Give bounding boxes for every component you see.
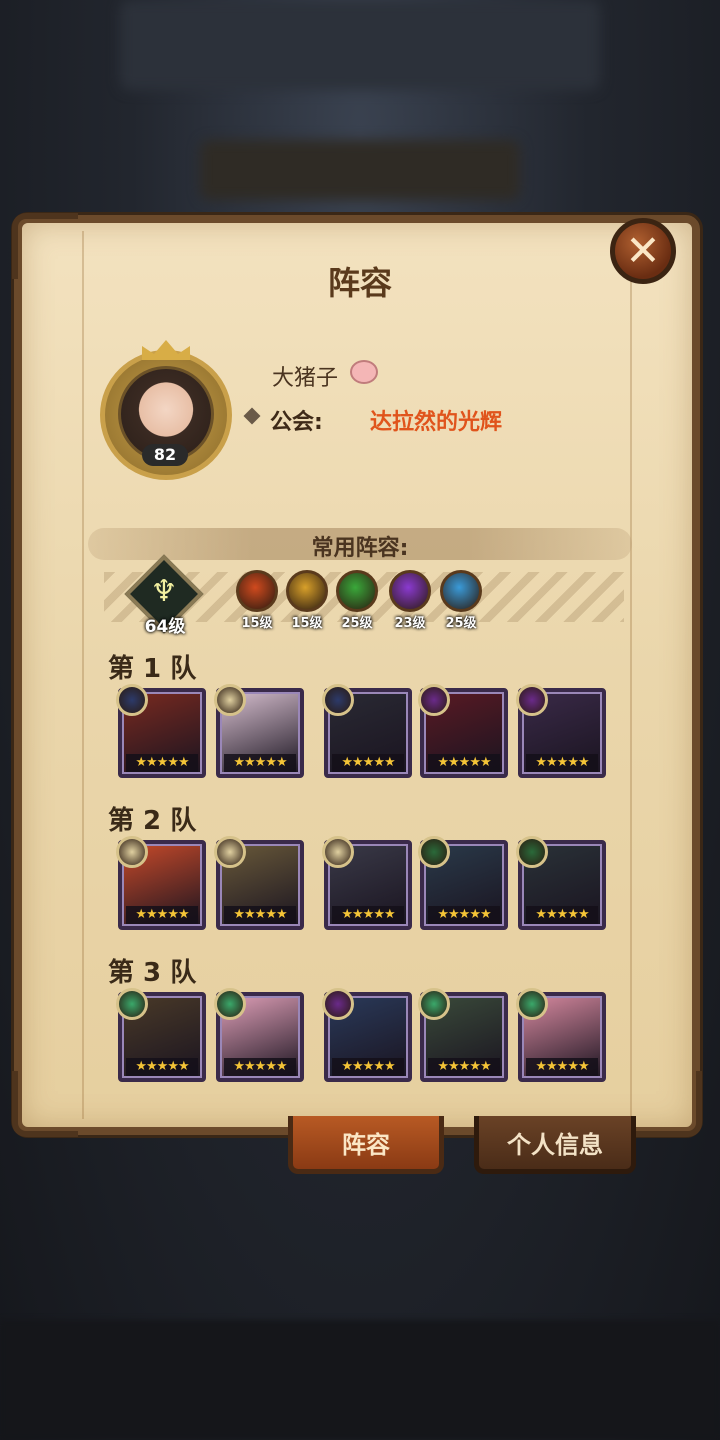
- background-banner: [200, 140, 520, 200]
- faction-level: 15级: [241, 616, 273, 631]
- faction-emblem-icon: [214, 988, 246, 1020]
- faction-emblem-icon: [214, 836, 246, 868]
- faction-emblem-icon: [116, 836, 148, 868]
- faction-emblem-icon: [322, 988, 354, 1020]
- faction-emblem-icon: [418, 836, 450, 868]
- star-rating: ★★★★★: [224, 906, 296, 924]
- background-header: [120, 0, 600, 90]
- hero-card[interactable]: ★★★★★: [214, 684, 304, 778]
- faction-emblem-icon: [418, 988, 450, 1020]
- hero-card[interactable]: ★★★★★: [322, 836, 412, 930]
- star-rating: ★★★★★: [428, 906, 500, 924]
- hero-card[interactable]: ★★★★★: [214, 836, 304, 930]
- star-rating: ★★★★★: [428, 754, 500, 772]
- star-rating: ★★★★★: [224, 1058, 296, 1076]
- panel-title: 阵容: [327, 264, 392, 302]
- guild-label: 公会:: [270, 410, 323, 435]
- faction-emblem-icon: [322, 684, 354, 716]
- faction-emblem-icon: [116, 988, 148, 1020]
- star-rating: ★★★★★: [526, 906, 598, 924]
- hero-card[interactable]: ★★★★★: [516, 684, 606, 778]
- hero-card[interactable]: ★★★★★: [418, 988, 508, 1082]
- star-rating: ★★★★★: [126, 1058, 198, 1076]
- section-title: 常用阵容:: [311, 536, 409, 561]
- hero-card[interactable]: ★★★★★: [116, 684, 206, 778]
- faction-level: 25级: [445, 616, 477, 631]
- star-rating: ★★★★★: [526, 754, 598, 772]
- faction-emblem-icon: [116, 684, 148, 716]
- panel-corner-ornament: [636, 1071, 702, 1137]
- tab-lineup[interactable]: 阵容: [288, 1116, 444, 1174]
- faction-emblem-icon: [516, 988, 548, 1020]
- hero-card[interactable]: ★★★★★: [418, 836, 508, 930]
- star-rating: ★★★★★: [332, 754, 404, 772]
- star-rating: ★★★★★: [332, 1058, 404, 1076]
- close-icon: ✕: [625, 226, 661, 275]
- faction-level: 25级: [341, 616, 373, 631]
- player-level-badge: 82: [142, 444, 188, 466]
- close-button[interactable]: ✕: [610, 218, 676, 284]
- team-title: 第 3 队: [108, 958, 197, 988]
- graveborn-icon[interactable]: [389, 570, 431, 612]
- tree-icon: ♆: [150, 574, 178, 609]
- tab-profile[interactable]: 个人信息: [474, 1116, 636, 1174]
- team-title: 第 2 队: [108, 806, 197, 836]
- star-rating: ★★★★★: [126, 906, 198, 924]
- pig-icon: [350, 360, 378, 384]
- hero-card[interactable]: ★★★★★: [116, 836, 206, 930]
- tree-level: 64级: [144, 617, 186, 637]
- faction-level: 15级: [291, 616, 323, 631]
- hero-card[interactable]: ★★★★★: [116, 988, 206, 1082]
- wilder-icon[interactable]: [336, 570, 378, 612]
- star-rating: ★★★★★: [224, 754, 296, 772]
- celestial-icon[interactable]: [440, 570, 482, 612]
- faction-emblem-icon: [516, 684, 548, 716]
- hero-card[interactable]: ★★★★★: [516, 988, 606, 1082]
- hero-card[interactable]: ★★★★★: [322, 988, 412, 1082]
- hero-card[interactable]: ★★★★★: [516, 836, 606, 930]
- mauler-icon[interactable]: [286, 570, 328, 612]
- faction-emblem-icon: [516, 836, 548, 868]
- guild-name[interactable]: 达拉然的光辉: [370, 404, 502, 436]
- star-rating: ★★★★★: [526, 1058, 598, 1076]
- faction-emblem-icon: [214, 684, 246, 716]
- faction-emblem-icon: [418, 684, 450, 716]
- hero-card[interactable]: ★★★★★: [214, 988, 304, 1082]
- hero-card[interactable]: ★★★★★: [418, 684, 508, 778]
- team-title: 第 1 队: [108, 654, 197, 684]
- star-rating: ★★★★★: [428, 1058, 500, 1076]
- star-rating: ★★★★★: [332, 906, 404, 924]
- hero-card[interactable]: ★★★★★: [322, 684, 412, 778]
- background-footer: [0, 1320, 720, 1440]
- faction-level: 23级: [394, 616, 426, 631]
- lightbearer-icon[interactable]: [236, 570, 278, 612]
- player-name: 大猪子: [272, 366, 339, 391]
- faction-emblem-icon: [322, 836, 354, 868]
- star-rating: ★★★★★: [126, 754, 198, 772]
- panel-corner-ornament: [12, 1071, 78, 1137]
